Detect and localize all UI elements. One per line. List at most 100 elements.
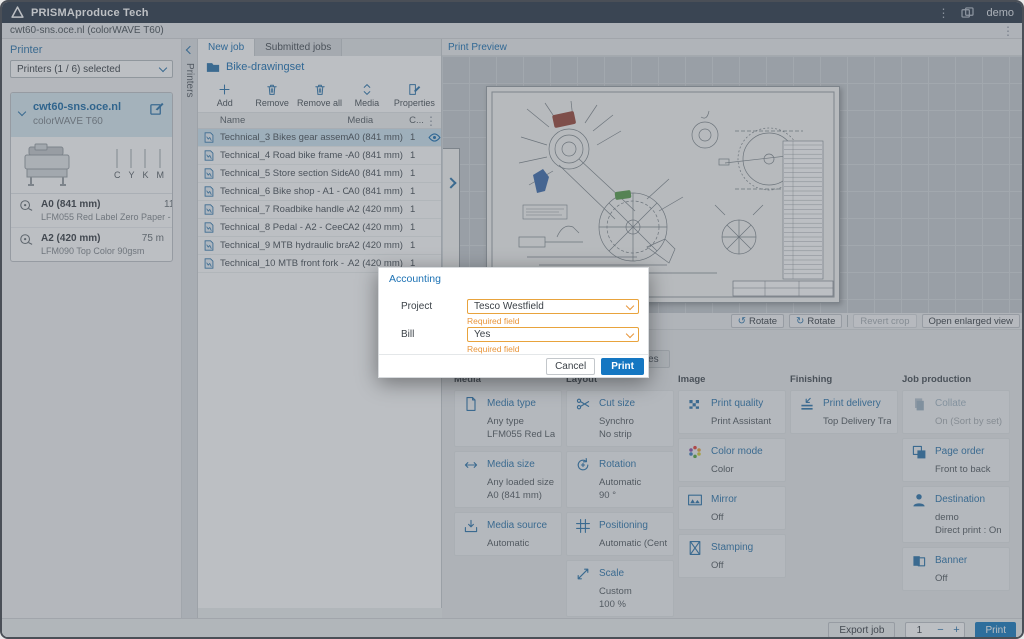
job-row[interactable]: Technical_3 Bikes gear assemb...A0 (841 … [198, 129, 441, 147]
media-button[interactable]: Media [344, 80, 389, 108]
user-name[interactable]: demo [986, 7, 1014, 19]
job-row[interactable]: Technical_8 Pedal - A2 - CeeCe...A2 (420… [198, 219, 441, 237]
bill-label: Bill [401, 327, 467, 342]
trash-icon [265, 82, 279, 97]
job-set-row[interactable]: Bike-drawingset [198, 56, 441, 78]
project-select[interactable]: Tesco Westfield [467, 299, 639, 314]
setting-tile-print-quality[interactable]: Print quality Print Assistant [678, 390, 786, 434]
setting-tile-color-mode[interactable]: Color mode Color [678, 438, 786, 482]
expand-job-panel-button[interactable] [442, 168, 460, 198]
updown-icon [360, 82, 374, 97]
bill-select-value: Yes [474, 329, 490, 340]
remove-all-button[interactable]: Remove all [297, 80, 342, 108]
media-roll-row[interactable]: A0 (841 mm)114 mLFM055 Red Label Zero Pa… [11, 194, 172, 227]
setting-tile-page-order[interactable]: Page order Front to back [902, 438, 1010, 482]
setting-value: Direct print : On [935, 524, 1003, 537]
collapse-strip-label: Printers [184, 63, 195, 97]
setting-tile-rotation[interactable]: Rotation Automatic90 ° [566, 451, 674, 508]
column-copies[interactable]: C... [409, 115, 425, 126]
setting-tile-scale[interactable]: Scale Custom100 % [566, 560, 674, 617]
setting-value: A0 (841 mm) [487, 489, 555, 502]
bill-select[interactable]: Yes [467, 327, 639, 342]
printers-collapse-strip[interactable]: Printers [182, 39, 198, 618]
job-media: A2 (420 mm) [348, 222, 410, 233]
titlebar-menu-icon[interactable]: ⋮ [937, 8, 949, 18]
stamping-icon [687, 540, 703, 556]
setting-tile-stamping[interactable]: Stamping Off [678, 534, 786, 578]
job-row[interactable]: Technical_4 Road bike frame - ...A0 (841… [198, 147, 441, 165]
setting-value: 90 ° [599, 489, 667, 502]
setting-value: LFM055 Red Label Z... [487, 428, 555, 441]
job-copies: 1 [410, 186, 426, 197]
collapse-chevron-icon[interactable] [18, 108, 26, 116]
printer-name: cwt60-sns.oce.nl [33, 101, 141, 113]
setting-tile-media-size[interactable]: Media size Any loaded sizeA0 (841 mm) [454, 451, 562, 508]
roll-size: A2 (420 mm) [41, 233, 100, 244]
edit-printer-icon[interactable] [149, 101, 164, 116]
job-toolbar: AddRemoveRemove allMediaProperties [198, 78, 441, 113]
document-icon [198, 240, 220, 251]
job-tabs: New jobSubmitted jobs [198, 39, 441, 56]
copies-stepper[interactable]: 1 − + [905, 622, 965, 638]
properties-button[interactable]: Properties [392, 80, 437, 108]
rotate-button-ccw[interactable]: ↺Rotate [731, 314, 784, 328]
decrement-copies-button[interactable]: − [932, 624, 948, 636]
job-row[interactable]: Technical_6 Bike shop - A1 - C...A0 (841… [198, 183, 441, 201]
dialog-footer: Cancel Print [379, 354, 648, 377]
context-menu-icon[interactable]: ⋮ [1002, 26, 1014, 36]
title-bar: PRISMAproduce Tech ⋮ demo [2, 2, 1022, 23]
roll-icon [19, 199, 33, 222]
properties-icon [407, 82, 421, 97]
printer-panel-title: Printer [10, 44, 173, 56]
job-media: A2 (420 mm) [348, 204, 410, 215]
setting-tile-print-delivery[interactable]: Print delivery Top Delivery Tray (TDT) [790, 390, 898, 434]
setting-tile-destination[interactable]: Destination demoDirect print : On [902, 486, 1010, 543]
setting-tile-media-source[interactable]: Media source Automatic [454, 512, 562, 556]
switch-user-icon[interactable] [961, 7, 974, 18]
setting-value: Any loaded size [487, 476, 555, 489]
job-set-name: Bike-drawingset [226, 61, 304, 73]
chevron-left-icon[interactable] [186, 46, 194, 54]
add-icon [217, 82, 232, 97]
setting-value: Synchro [599, 415, 667, 428]
column-name[interactable]: Name [220, 115, 347, 126]
setting-tile-mirror[interactable]: Mirror Off [678, 486, 786, 530]
printer-model: colorWAVE T60 [33, 116, 141, 127]
tab-new-job[interactable]: New job [198, 39, 255, 56]
eye-icon[interactable] [428, 133, 441, 142]
job-row[interactable]: Technical_7 Roadbike handle a...A2 (420 … [198, 201, 441, 219]
open-enlarged-view-button[interactable]: Open enlarged view [922, 314, 1021, 328]
setting-tile-banner[interactable]: Banner Off [902, 547, 1010, 591]
toolbar-separator [847, 315, 848, 327]
export-job-button[interactable]: Export job [828, 622, 895, 638]
job-row[interactable]: Technical_9 MTB hydraulic bra...A2 (420 … [198, 237, 441, 255]
dialog-title: Accounting [389, 273, 441, 285]
printer-card-header[interactable]: cwt60-sns.oce.nl colorWAVE T60 [11, 93, 172, 137]
document-icon [198, 186, 220, 197]
table-options-icon[interactable]: ⋮ [425, 116, 437, 126]
bottom-action-bar: Export job 1 − + Print [2, 618, 1022, 639]
rotate-button--cw[interactable]: ↻Rotate [789, 314, 842, 328]
collate-icon [911, 396, 927, 412]
remove-button[interactable]: Remove [249, 80, 294, 108]
printer-select[interactable]: Printers (1 / 6) selected [10, 60, 173, 78]
dialog-print-button[interactable]: Print [601, 358, 644, 375]
print-button[interactable]: Print [975, 622, 1016, 639]
tab-submitted-jobs[interactable]: Submitted jobs [255, 39, 342, 56]
add-button[interactable]: Add [202, 80, 247, 108]
cancel-button[interactable]: Cancel [546, 358, 595, 375]
roll-remaining: 75 m [142, 233, 164, 244]
setting-tile-positioning[interactable]: Positioning Automatic (Center),N... [566, 512, 674, 556]
media-source-icon [463, 518, 479, 534]
setting-tile-media-type[interactable]: Media type Any typeLFM055 Red Label Z... [454, 390, 562, 447]
media-roll-row[interactable]: A2 (420 mm)75 mLFM090 Top Color 90gsm [11, 227, 172, 261]
printer-context: cwt60-sns.oce.nl (colorWAVE T60) [10, 25, 164, 36]
increment-copies-button[interactable]: + [948, 624, 964, 636]
ink-M: M [157, 150, 165, 180]
job-copies: 1 [410, 132, 426, 143]
job-row[interactable]: Technical_5 Store section Side ...A0 (84… [198, 165, 441, 183]
column-media[interactable]: Media [347, 115, 409, 126]
ink-Y: Y [128, 150, 134, 180]
copies-value[interactable]: 1 [906, 625, 932, 636]
setting-tile-cut-size[interactable]: Cut size SynchroNo strip [566, 390, 674, 447]
